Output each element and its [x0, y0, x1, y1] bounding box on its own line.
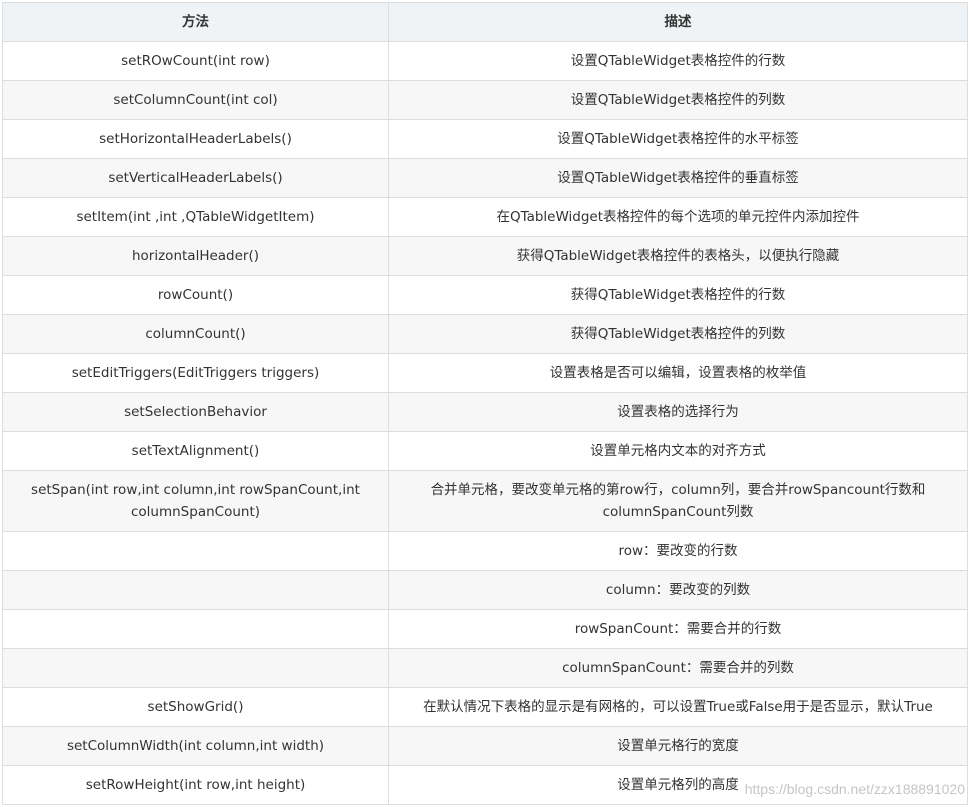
method-cell: setRowHeight(int row,int height)	[2, 765, 389, 805]
description-cell: 设置QTableWidget表格控件的列数	[388, 80, 968, 120]
table-row: setItem(int ,int ,QTableWidgetItem) 在QTa…	[2, 197, 968, 237]
description-cell: 合并单元格，要改变单元格的第row行，column列，要合并rowSpancou…	[388, 470, 968, 532]
table-row: rowSpanCount：需要合并的行数	[2, 609, 968, 649]
method-cell: setShowGrid()	[2, 687, 389, 727]
table-row: columnCount() 获得QTableWidget表格控件的列数	[2, 314, 968, 354]
method-cell: setColumnWidth(int column,int width)	[2, 726, 389, 766]
method-cell: setVerticalHeaderLabels()	[2, 158, 389, 198]
method-cell	[2, 648, 389, 688]
description-cell: 在QTableWidget表格控件的每个选项的单元控件内添加控件	[388, 197, 968, 237]
table-row: setShowGrid() 在默认情况下表格的显示是有网格的，可以设置True或…	[2, 687, 968, 727]
description-cell: columnSpanCount：需要合并的列数	[388, 648, 968, 688]
description-cell: 在默认情况下表格的显示是有网格的，可以设置True或False用于是否显示，默认…	[388, 687, 968, 727]
header-method: 方法	[2, 2, 389, 42]
table-body: setROwCount(int row) 设置QTableWidget表格控件的…	[2, 41, 968, 805]
header-row: 方法 描述	[2, 2, 968, 42]
table-row: setSelectionBehavior 设置表格的选择行为	[2, 392, 968, 432]
table-row: setHorizontalHeaderLabels() 设置QTableWidg…	[2, 119, 968, 159]
header-description: 描述	[388, 2, 968, 42]
method-cell: setSelectionBehavior	[2, 392, 389, 432]
table-row: setColumnWidth(int column,int width) 设置单…	[2, 726, 968, 766]
table-row: setTextAlignment() 设置单元格内文本的对齐方式	[2, 431, 968, 471]
table-row: setROwCount(int row) 设置QTableWidget表格控件的…	[2, 41, 968, 81]
table-row: setRowHeight(int row,int height) 设置单元格列的…	[2, 765, 968, 805]
method-cell: setColumnCount(int col)	[2, 80, 389, 120]
description-cell: 获得QTableWidget表格控件的行数	[388, 275, 968, 315]
table-header: 方法 描述	[2, 2, 968, 42]
table-row: columnSpanCount：需要合并的列数	[2, 648, 968, 688]
description-cell: 设置QTableWidget表格控件的水平标签	[388, 119, 968, 159]
method-cell: horizontalHeader()	[2, 236, 389, 276]
description-cell: 设置QTableWidget表格控件的垂直标签	[388, 158, 968, 198]
table-row: column：要改变的列数	[2, 570, 968, 610]
table-row: setSpan(int row,int column,int rowSpanCo…	[2, 470, 968, 532]
description-cell: row：要改变的行数	[388, 531, 968, 571]
method-cell: columnCount()	[2, 314, 389, 354]
method-cell: setEditTriggers(EditTriggers triggers)	[2, 353, 389, 393]
description-cell: rowSpanCount：需要合并的行数	[388, 609, 968, 649]
description-cell: 设置单元格行的宽度	[388, 726, 968, 766]
methods-table-container: 方法 描述 setROwCount(int row) 设置QTableWidge…	[2, 2, 968, 805]
description-cell: 设置表格是否可以编辑，设置表格的枚举值	[388, 353, 968, 393]
method-cell: setHorizontalHeaderLabels()	[2, 119, 389, 159]
method-cell	[2, 531, 389, 571]
methods-table: 方法 描述 setROwCount(int row) 设置QTableWidge…	[2, 2, 968, 805]
table-row: rowCount() 获得QTableWidget表格控件的行数	[2, 275, 968, 315]
description-cell: 设置表格的选择行为	[388, 392, 968, 432]
method-cell: setItem(int ,int ,QTableWidgetItem)	[2, 197, 389, 237]
description-cell: column：要改变的列数	[388, 570, 968, 610]
table-row: setEditTriggers(EditTriggers triggers) 设…	[2, 353, 968, 393]
table-row: setColumnCount(int col) 设置QTableWidget表格…	[2, 80, 968, 120]
method-cell: setTextAlignment()	[2, 431, 389, 471]
description-cell: 设置QTableWidget表格控件的行数	[388, 41, 968, 81]
method-cell: setSpan(int row,int column,int rowSpanCo…	[2, 470, 389, 532]
method-cell	[2, 570, 389, 610]
table-row: setVerticalHeaderLabels() 设置QTableWidget…	[2, 158, 968, 198]
method-cell: rowCount()	[2, 275, 389, 315]
description-cell: 设置单元格列的高度	[388, 765, 968, 805]
table-row: row：要改变的行数	[2, 531, 968, 571]
table-row: horizontalHeader() 获得QTableWidget表格控件的表格…	[2, 236, 968, 276]
method-cell: setROwCount(int row)	[2, 41, 389, 81]
description-cell: 设置单元格内文本的对齐方式	[388, 431, 968, 471]
description-cell: 获得QTableWidget表格控件的列数	[388, 314, 968, 354]
method-cell	[2, 609, 389, 649]
description-cell: 获得QTableWidget表格控件的表格头，以便执行隐藏	[388, 236, 968, 276]
